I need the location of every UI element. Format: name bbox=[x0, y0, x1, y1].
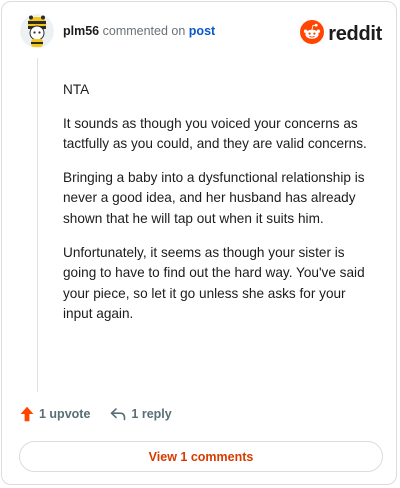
view-comments-button[interactable]: View 1 comments bbox=[19, 441, 383, 472]
comment-paragraph: NTA bbox=[63, 82, 90, 97]
brand-wordmark: reddit bbox=[328, 23, 382, 45]
reddit-alien-icon bbox=[300, 20, 325, 49]
upvote-arrow-icon bbox=[20, 406, 34, 422]
reddit-logo[interactable]: reddit bbox=[300, 20, 382, 49]
comment-paragraph: It sounds as though you voiced your conc… bbox=[63, 115, 367, 152]
comment-paragraph: Unfortunately, it seems as though your s… bbox=[63, 244, 365, 322]
post-link[interactable]: post bbox=[189, 24, 215, 38]
reply-count: 1 reply bbox=[131, 407, 172, 421]
comment-card: plm56 commented on post reddit NTA It so… bbox=[1, 1, 397, 485]
upvote-button[interactable]: 1 upvote bbox=[20, 406, 90, 422]
comment-byline: plm56 commented on post bbox=[63, 24, 215, 38]
comment-actions: 1 upvote 1 reply bbox=[20, 406, 172, 422]
reply-arrow-icon bbox=[110, 407, 126, 421]
view-comments-label: View 1 comments bbox=[148, 449, 254, 464]
comment-header: plm56 commented on post bbox=[20, 14, 215, 48]
thread-line[interactable] bbox=[37, 58, 38, 392]
username-link[interactable]: plm56 bbox=[63, 24, 99, 38]
upvote-count: 1 upvote bbox=[39, 407, 91, 421]
comment-body: NTA It sounds as though you voiced your … bbox=[63, 80, 373, 338]
comment-paragraph: Bringing a baby into a dysfunctional rel… bbox=[63, 169, 365, 226]
action-text: commented on bbox=[102, 24, 186, 38]
reply-button[interactable]: 1 reply bbox=[110, 407, 172, 421]
bee-costume-avatar-icon[interactable] bbox=[20, 14, 54, 48]
